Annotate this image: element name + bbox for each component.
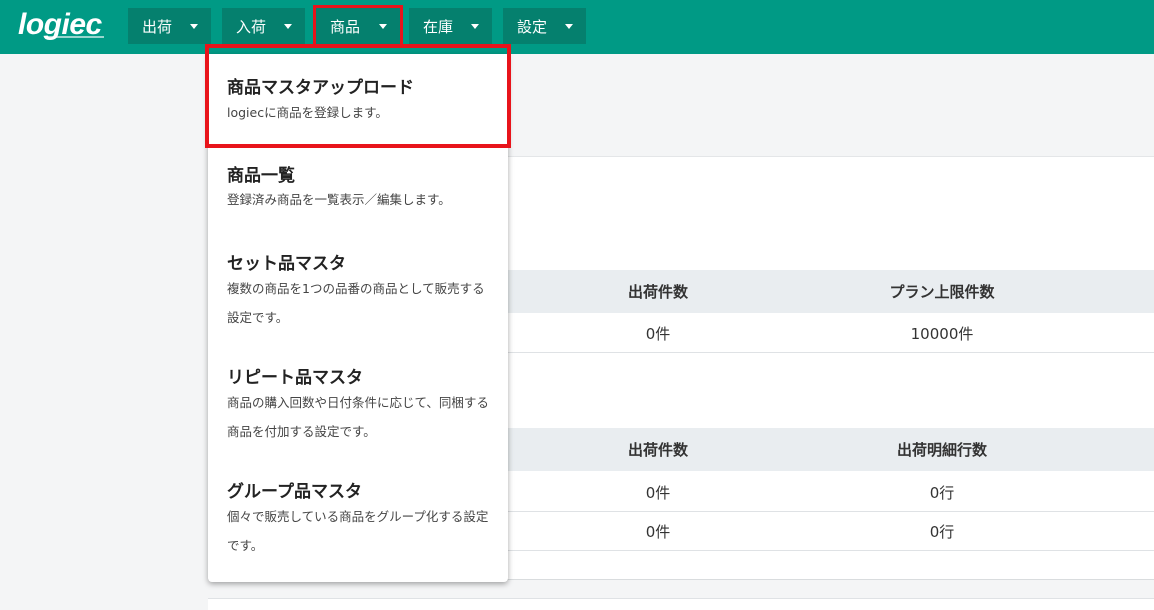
menu-item-description: 個々で販売している商品をグループ化する設定です。 bbox=[227, 509, 489, 553]
table2-header-detail-lines: 出荷明細行数 bbox=[896, 441, 987, 459]
products-dropdown-menu: 商品マスタアップロード logiecに商品を登録します。 商品一覧 登録済み商品… bbox=[208, 54, 508, 582]
table1-header-plan-limit: プラン上限件数 bbox=[889, 283, 995, 301]
nav-settings-label: 設定 bbox=[517, 17, 548, 36]
menu-item-description: 商品の購入回数や日付条件に応じて、同梱する商品を付加する設定です。 bbox=[227, 395, 489, 439]
table2-cell-detail-lines: 0行 bbox=[929, 522, 955, 541]
menu-item-title: セット品マスタ bbox=[227, 254, 346, 274]
menu-item-group-product-master[interactable]: グループ品マスタ 個々で販売している商品をグループ化する設定です。 bbox=[208, 468, 508, 566]
menu-item-title: 商品一覧 bbox=[227, 166, 295, 186]
caret-down-icon bbox=[379, 24, 387, 29]
menu-item-title: グループ品マスタ bbox=[227, 482, 362, 502]
nav-shipping-label: 出荷 bbox=[142, 17, 173, 36]
menu-item-title: 商品マスタアップロード bbox=[227, 78, 414, 98]
menu-item-product-master-upload[interactable]: 商品マスタアップロード logiecに商品を登録します。 bbox=[208, 54, 508, 146]
table1-header-shipments: 出荷件数 bbox=[627, 283, 688, 301]
table1-cell-shipments: 0件 bbox=[645, 324, 671, 343]
menu-item-title: リピート品マスタ bbox=[227, 368, 363, 388]
menu-item-set-product-master[interactable]: セット品マスタ 複数の商品を1つの品番の商品として販売する設定です。 bbox=[208, 240, 508, 338]
menu-item-product-list[interactable]: 商品一覧 登録済み商品を一覧表示／編集します。 bbox=[208, 150, 508, 230]
nav-receiving-label: 入荷 bbox=[236, 17, 267, 36]
menu-item-repeat-product-master[interactable]: リピート品マスタ 商品の購入回数や日付条件に応じて、同梱する商品を付加する設定で… bbox=[208, 354, 508, 452]
nav-receiving-menu[interactable]: 入荷 bbox=[222, 8, 305, 44]
caret-down-icon bbox=[565, 24, 573, 29]
nav-products-menu[interactable]: 商品 bbox=[313, 5, 403, 47]
menu-item-description: 複数の商品を1つの品番の商品として販売する設定です。 bbox=[227, 281, 485, 325]
menu-item-description: 登録済み商品を一覧表示／編集します。 bbox=[227, 192, 451, 207]
nav-shipping-menu[interactable]: 出荷 bbox=[128, 8, 211, 44]
table1-cell-plan-limit: 10000件 bbox=[910, 324, 974, 343]
nav-settings-menu[interactable]: 設定 bbox=[503, 8, 586, 44]
table2-cell-shipments: 0件 bbox=[645, 483, 671, 502]
caret-down-icon bbox=[284, 24, 292, 29]
menu-item-description: logiecに商品を登録します。 bbox=[227, 105, 388, 120]
table2-cell-detail-lines: 0行 bbox=[929, 483, 955, 502]
caret-down-icon bbox=[471, 24, 479, 29]
table2-cell-shipments: 0件 bbox=[645, 522, 671, 541]
lower-panel bbox=[208, 598, 1154, 610]
table2-header-shipments: 出荷件数 bbox=[627, 441, 688, 459]
nav-products-label: 商品 bbox=[330, 17, 361, 36]
caret-down-icon bbox=[190, 24, 198, 29]
logo-underline bbox=[48, 36, 104, 38]
nav-inventory-label: 在庫 bbox=[423, 17, 454, 36]
nav-inventory-menu[interactable]: 在庫 bbox=[409, 8, 492, 44]
top-navbar: logiec 出荷 入荷 商品 在庫 設定 bbox=[0, 0, 1154, 54]
